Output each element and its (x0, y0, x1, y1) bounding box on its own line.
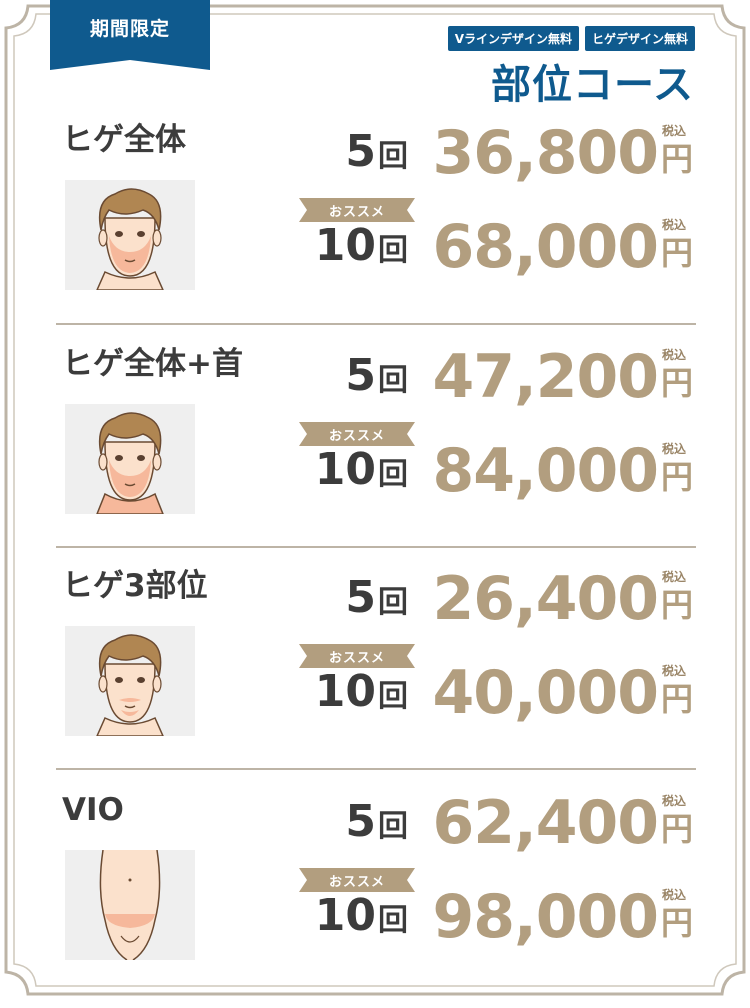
tax-included-label: 税込 (662, 570, 687, 584)
face-beard-full-illustration (65, 180, 195, 290)
plan-count-5: 5回 (345, 348, 408, 413)
count-unit: 回 (378, 903, 408, 938)
course-section-beard-full: ヒゲ全体 5回 おススメ 10回 36,800 税込円 68,000 税込円 (56, 118, 696, 338)
count-unit: 回 (378, 457, 408, 492)
plan-price-5: 26,400 税込円 (432, 568, 696, 630)
course-section-vio: VIO 5回 おススメ 10回 62,400 税込円 98,000 税込円 (56, 788, 696, 1008)
plan-price-10: 40,000 税込円 (432, 662, 696, 724)
plan-price-10: 84,000 税込円 (432, 440, 696, 502)
face-beard-3-illustration (65, 626, 195, 736)
course-title: 部位コース (491, 62, 694, 108)
yen-symbol: 円 (661, 904, 694, 942)
plan-count-10: 10回 (315, 664, 408, 729)
count-unit: 回 (378, 585, 408, 620)
tax-included-label: 税込 (662, 888, 687, 902)
tax-included-label: 税込 (662, 794, 687, 808)
section-title: ヒゲ全体+首 (62, 346, 243, 382)
count-number: 5 (345, 572, 376, 623)
plan-count-10: 10回 (315, 442, 408, 507)
count-number: 10 (314, 890, 376, 941)
section-title: ヒゲ全体 (62, 122, 186, 158)
section-title: VIO (62, 792, 124, 828)
price-amount: 40,000 (432, 658, 659, 728)
plan-count-5: 5回 (345, 794, 408, 859)
price-amount: 36,800 (432, 118, 659, 188)
plan-price-5: 47,200 税込円 (432, 346, 696, 408)
plan-price-5: 62,400 税込円 (432, 792, 696, 854)
price-amount: 98,000 (432, 882, 659, 952)
face-beard-neck-illustration (65, 404, 195, 514)
plan-count-5: 5回 (345, 570, 408, 635)
price-amount: 47,200 (432, 342, 659, 412)
section-divider (56, 768, 696, 770)
section-divider (56, 323, 696, 325)
plan-price-5: 36,800 税込円 (432, 122, 696, 184)
section-title: ヒゲ3部位 (62, 568, 208, 604)
count-unit: 回 (378, 809, 408, 844)
count-unit: 回 (378, 139, 408, 174)
tax-included-label: 税込 (662, 218, 687, 232)
yen-symbol: 円 (661, 364, 694, 402)
plan-count-5: 5回 (345, 124, 408, 189)
count-number: 10 (314, 220, 376, 271)
count-number: 5 (345, 126, 376, 177)
plan-count-10: 10回 (315, 888, 408, 953)
count-unit: 回 (378, 363, 408, 398)
section-divider (56, 546, 696, 548)
price-amount: 68,000 (432, 212, 659, 282)
tax-included-label: 税込 (662, 664, 687, 678)
plan-price-10: 68,000 税込円 (432, 216, 696, 278)
count-number: 5 (345, 796, 376, 847)
tax-included-label: 税込 (662, 442, 687, 456)
limited-time-ribbon: 期間限定 (50, 0, 210, 70)
yen-symbol: 円 (661, 586, 694, 624)
count-unit: 回 (378, 233, 408, 268)
yen-symbol: 円 (661, 810, 694, 848)
yen-symbol: 円 (661, 234, 694, 272)
count-number: 5 (345, 350, 376, 401)
plan-count-10: 10回 (315, 218, 408, 283)
ribbon-label: 期間限定 (89, 18, 170, 40)
tax-included-label: 税込 (662, 124, 687, 138)
price-amount: 26,400 (432, 564, 659, 634)
yen-symbol: 円 (661, 680, 694, 718)
course-section-beard-3: ヒゲ3部位 5回 おススメ 10回 26,400 税込円 40,000 税込円 (56, 564, 696, 784)
tax-included-label: 税込 (662, 348, 687, 362)
plan-price-10: 98,000 税込円 (432, 886, 696, 948)
price-amount: 62,400 (432, 788, 659, 858)
tag-beard-design: ヒゲデザイン無料 (584, 26, 695, 51)
yen-symbol: 円 (661, 458, 694, 496)
yen-symbol: 円 (661, 140, 694, 178)
count-unit: 回 (378, 679, 408, 714)
count-number: 10 (314, 666, 376, 717)
course-section-beard-neck: ヒゲ全体+首 5回 おススメ 10回 47,200 税込円 84,000 税込円 (56, 342, 696, 562)
price-amount: 84,000 (432, 436, 659, 506)
tag-v-line-design: Vラインデザイン無料 (447, 26, 579, 51)
body-vio-illustration (65, 850, 195, 960)
count-number: 10 (314, 444, 376, 495)
free-design-tags: Vラインデザイン無料 ヒゲデザイン無料 (447, 26, 695, 51)
